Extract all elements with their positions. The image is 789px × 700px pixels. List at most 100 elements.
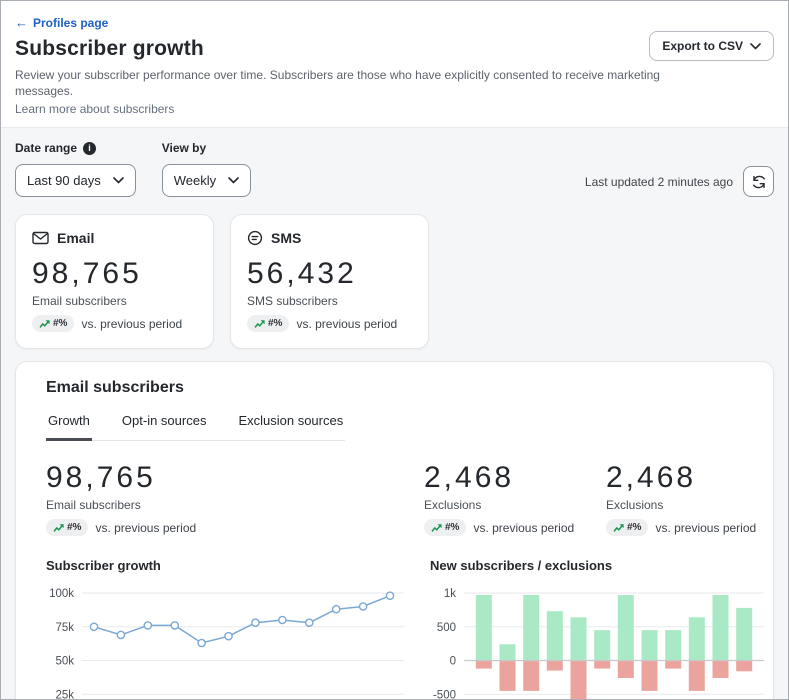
exclusions-stat-1: 2,468 Exclusions #% vs. previous period (424, 461, 606, 536)
panel-title: Email subscribers (46, 379, 757, 397)
email-card-title: Email (57, 230, 94, 246)
growth-stat-delta-row: #% vs. previous period (46, 519, 424, 536)
exclusions-stat-2: 2,468 Exclusions #% vs. previous period (606, 461, 756, 536)
sms-delta-row: #% vs. previous period (247, 315, 412, 332)
svg-text:0: 0 (450, 656, 456, 668)
tab-exclusion-sources[interactable]: Exclusion sources (236, 413, 345, 441)
growth-delta-badge: #% (46, 519, 88, 536)
date-range-group: Date range i Last 90 days (15, 141, 136, 197)
email-subscribers-panel: Email subscribers Growth Opt-in sources … (15, 361, 774, 700)
exclusions-2-delta-suffix: vs. previous period (655, 521, 756, 535)
email-delta-value: #% (53, 318, 67, 329)
line-chart-area: 100k75k50k25k0DateDateDate (46, 581, 408, 700)
sms-count-label: SMS subscribers (247, 294, 412, 308)
view-by-select[interactable]: Weekly (162, 164, 251, 197)
date-range-value: Last 90 days (27, 173, 101, 188)
email-summary-card: Email 98,765 Email subscribers #% vs. pr… (15, 214, 214, 349)
exclusions-1-delta-value: #% (445, 522, 459, 533)
trend-up-icon (254, 319, 265, 329)
exclusions-1-label: Exclusions (424, 498, 606, 512)
panel-tabs: Growth Opt-in sources Exclusion sources (46, 413, 345, 441)
refresh-icon (751, 174, 767, 190)
view-by-group: View by Weekly (162, 141, 251, 197)
bar-chart-svg: 1k5000-500-1kDateDateDate (430, 581, 770, 700)
back-to-profiles-link[interactable]: ← Profiles page (15, 16, 108, 30)
sms-delta-value: #% (268, 318, 282, 329)
chevron-down-icon (228, 177, 239, 184)
exclusions-2-delta-value: #% (627, 522, 641, 533)
growth-delta-suffix: vs. previous period (95, 521, 196, 535)
growth-stat-value: 98,765 (46, 461, 424, 495)
svg-text:500: 500 (437, 622, 456, 634)
exclusions-2-value: 2,468 (606, 461, 756, 495)
svg-text:75k: 75k (55, 622, 74, 634)
svg-text:25k: 25k (55, 689, 74, 700)
learn-more-link[interactable]: Learn more about subscribers (15, 102, 774, 116)
email-delta-badge: #% (32, 315, 74, 332)
subscriber-growth-chart: Subscriber growth 100k75k50k25k0DateDate… (46, 558, 408, 700)
email-card-header: Email (32, 230, 197, 246)
sms-card-title: SMS (271, 230, 301, 246)
filter-groups: Date range i Last 90 days View by Weekly (15, 141, 251, 197)
date-range-label-row: Date range i (15, 141, 136, 155)
page-description: Review your subscriber performance over … (15, 68, 660, 99)
sms-icon (247, 230, 263, 246)
svg-text:50k: 50k (55, 656, 74, 668)
svg-text:1k: 1k (444, 588, 456, 600)
info-icon[interactable]: i (83, 142, 96, 155)
chevron-down-icon (113, 177, 124, 184)
exclusions-1-value: 2,468 (424, 461, 606, 495)
page-header: ← Profiles page Subscriber growth Review… (1, 1, 788, 128)
trend-up-icon (613, 523, 624, 533)
exclusions-1-delta-row: #% vs. previous period (424, 519, 606, 536)
exclusions-2-delta-row: #% vs. previous period (606, 519, 756, 536)
view-by-label-row: View by (162, 141, 251, 155)
trend-up-icon (53, 523, 64, 533)
growth-delta-value: #% (67, 522, 81, 533)
charts-row: Subscriber growth 100k75k50k25k0DateDate… (46, 558, 757, 700)
sms-delta-badge: #% (247, 315, 289, 332)
exclusions-2-label: Exclusions (606, 498, 756, 512)
trend-up-icon (431, 523, 442, 533)
arrow-left-icon: ← (15, 16, 28, 29)
tab-opt-in-sources[interactable]: Opt-in sources (120, 413, 209, 441)
export-button-label: Export to CSV (662, 39, 743, 53)
new-subscribers-exclusions-chart: New subscribers / exclusions 1k5000-500-… (430, 558, 770, 700)
trend-up-icon (39, 319, 50, 329)
email-icon (32, 231, 49, 245)
email-delta-row: #% vs. previous period (32, 315, 197, 332)
back-link-label: Profiles page (33, 16, 108, 30)
subscriber-growth-page: ← Profiles page Subscriber growth Review… (0, 0, 789, 700)
sms-card-header: SMS (247, 230, 412, 246)
date-range-select[interactable]: Last 90 days (15, 164, 136, 197)
last-updated-area: Last updated 2 minutes ago (585, 166, 774, 197)
view-by-label: View by (162, 141, 206, 155)
refresh-button[interactable] (743, 166, 774, 197)
growth-stat-label: Email subscribers (46, 498, 424, 512)
bar-chart-area: 1k5000-500-1kDateDateDate (430, 581, 770, 700)
panel-stats-row: 98,765 Email subscribers #% vs. previous… (46, 461, 757, 536)
last-updated-text: Last updated 2 minutes ago (585, 175, 733, 189)
sms-subscriber-count: 56,432 (247, 257, 412, 291)
svg-text:100k: 100k (49, 588, 74, 600)
line-chart-svg: 100k75k50k25k0DateDateDate (46, 581, 408, 700)
email-delta-suffix: vs. previous period (81, 317, 182, 331)
bar-chart-title: New subscribers / exclusions (430, 558, 770, 573)
view-by-value: Weekly (174, 173, 216, 188)
sms-summary-card: SMS 56,432 SMS subscribers #% vs. previo… (230, 214, 429, 349)
chevron-down-icon (750, 43, 761, 50)
summary-cards: Email 98,765 Email subscribers #% vs. pr… (1, 211, 788, 361)
date-range-label: Date range (15, 141, 77, 155)
exclusions-1-delta-suffix: vs. previous period (473, 521, 574, 535)
exclusions-2-delta-badge: #% (606, 519, 648, 536)
growth-stat: 98,765 Email subscribers #% vs. previous… (46, 461, 424, 536)
email-count-label: Email subscribers (32, 294, 197, 308)
email-subscriber-count: 98,765 (32, 257, 197, 291)
line-chart-title: Subscriber growth (46, 558, 408, 573)
filter-bar: Date range i Last 90 days View by Weekly (1, 128, 788, 211)
export-to-csv-button[interactable]: Export to CSV (649, 31, 774, 61)
exclusions-1-delta-badge: #% (424, 519, 466, 536)
svg-text:-500: -500 (433, 689, 456, 700)
tab-growth[interactable]: Growth (46, 413, 92, 441)
sms-delta-suffix: vs. previous period (296, 317, 397, 331)
